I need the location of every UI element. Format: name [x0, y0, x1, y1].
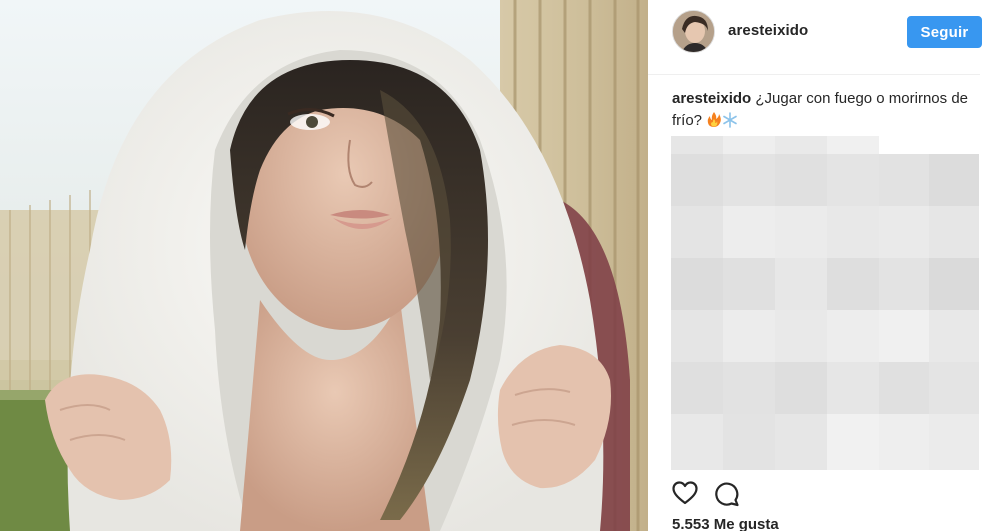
- blurred-comments: [671, 136, 981, 470]
- follow-button[interactable]: Seguir: [907, 16, 982, 48]
- avatar-image: [673, 11, 714, 52]
- post-photo[interactable]: [0, 0, 648, 531]
- fire-emoji: [706, 111, 722, 135]
- snowflake-emoji: [722, 112, 738, 135]
- post-sidebar: aresteixido Seguir aresteixido ¿Jugar co…: [648, 0, 1000, 531]
- avatar[interactable]: [672, 10, 715, 53]
- post-caption: aresteixido ¿Jugar con fuego o morirnos …: [672, 88, 982, 135]
- caption-username[interactable]: aresteixido: [672, 90, 751, 107]
- heart-icon[interactable]: [672, 481, 700, 509]
- likes-count[interactable]: 5.553 Me gusta: [672, 516, 779, 531]
- comment-icon[interactable]: [714, 481, 742, 509]
- post-photo-image: [0, 0, 648, 531]
- post-header: aresteixido Seguir: [648, 0, 982, 75]
- header-username[interactable]: aresteixido: [728, 22, 808, 39]
